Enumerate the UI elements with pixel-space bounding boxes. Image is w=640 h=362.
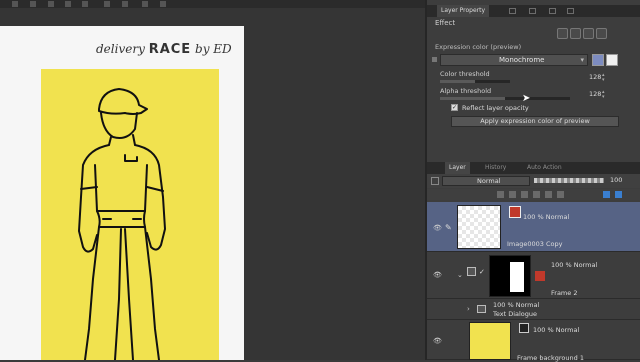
lock-transparent-icon[interactable] [533,191,540,198]
color-threshold-slider[interactable] [440,80,510,83]
layer-thumbnail [489,255,531,297]
alpha-threshold-label: Alpha threshold [440,87,492,95]
top-toolbar-strip [0,0,425,8]
layer-effect-icon[interactable] [509,206,521,218]
layer-mode: 100 % Normal [533,326,580,334]
expand-icon[interactable]: ⌄ [457,271,463,279]
border-effect-icon[interactable] [557,28,568,39]
watercolor-effect-icon[interactable] [596,28,607,39]
layer-tabbar: Layer History Auto Action [427,162,640,174]
layer-thumbnail [457,205,501,249]
reflect-opacity-checkbox[interactable]: ✓ [451,104,458,111]
tab-auto-action[interactable]: Auto Action [523,162,566,174]
color-threshold-spinner[interactable]: ▴ ▾ [602,73,605,83]
alpha-threshold-fill [440,97,505,100]
mouse-cursor-icon: ➤ [522,93,531,104]
eye-icon[interactable]: 👁 [433,224,442,232]
canvas-area[interactable]: delivery RACE by ED [0,0,425,360]
reference-icon[interactable] [509,191,516,198]
tool-icon[interactable] [104,1,110,7]
layer-name: Image0003 Copy [507,240,563,248]
opacity-value[interactable]: 100 [610,176,622,184]
folder-icon [477,305,486,313]
tool-icon[interactable] [160,1,166,7]
lock-icon[interactable] [521,191,528,198]
ruler-icon[interactable] [557,191,564,198]
layer-color-icon[interactable] [615,191,622,198]
artwork-title-part: by ED [195,42,232,56]
color-threshold-label: Color threshold [440,70,490,78]
apply-expression-color-button[interactable]: Apply expression color of preview [451,116,619,127]
color-threshold-value[interactable]: 128 [589,73,601,81]
color-effect-icon[interactable] [583,28,594,39]
chevron-down-icon: ▾ [580,56,584,64]
artwork-title: delivery RACE by ED [96,42,232,57]
blend-mode-value: Normal [477,177,501,185]
tool-icon[interactable] [30,1,36,7]
artwork-title-part: delivery [96,42,145,56]
tab-icon[interactable] [529,8,536,14]
layer-color-icon[interactable] [603,191,610,198]
tool-icon[interactable] [122,1,128,7]
effect-label: Effect [435,19,456,27]
mask-icon[interactable] [545,191,552,198]
clip-icon[interactable] [497,191,504,198]
alpha-threshold-spinner[interactable]: ▴ ▾ [602,90,605,100]
eye-icon[interactable]: 👁 [433,337,442,345]
tool-icon[interactable] [12,1,18,7]
layer-mode: 100 % Normal [493,301,540,309]
collapse-icon[interactable] [432,57,437,62]
alpha-threshold-value[interactable]: 128 [589,90,601,98]
sub-color-swatch[interactable] [606,54,618,66]
expression-color-select[interactable]: Monochrome ▾ [440,54,588,66]
layer-name: Frame 2 [551,289,578,297]
opacity-slider[interactable] [534,178,604,183]
layer-row-frame-background[interactable]: 👁 100 % Normal Frame background 1 [427,321,640,362]
folder-icon [467,267,476,276]
layer-mode: 100 % Normal [551,261,598,269]
layer-name: Frame background 1 [517,354,584,362]
tab-icon[interactable] [549,8,556,14]
reflect-opacity-label: Reflect layer opacity [462,104,529,112]
thumbnail-frame [510,262,524,292]
tab-label: Layer Property [441,7,486,14]
artwork-title-part: RACE [148,42,192,57]
layer-toolbar: Normal 100 [427,174,640,188]
eye-icon[interactable]: 👁 [433,271,442,279]
layer-type-icon [519,323,529,333]
right-panel: Layer Property Effect Expression color (… [425,0,640,362]
tab-layer[interactable]: Layer [445,162,470,174]
property-tabbar: Layer Property [427,5,640,17]
expression-color-value: Monochrome [499,56,545,64]
tool-icon[interactable] [65,1,71,7]
layer-row-image-copy[interactable]: 👁 ✎ 100 % Normal Image0003 Copy [427,202,640,252]
main-color-swatch[interactable] [592,54,604,66]
layer-thumbnail [469,322,511,360]
tone-effect-icon[interactable] [570,28,581,39]
color-threshold-fill [440,80,475,83]
layer-clip-icon[interactable] [431,177,439,185]
mask-icon [535,271,545,281]
tab-icon[interactable] [567,8,574,14]
character-lineart [78,88,166,360]
blend-mode-select[interactable]: Normal [442,176,530,186]
expression-color-row: Monochrome ▾ [432,54,632,67]
pen-icon: ✎ [445,223,452,232]
tab-layer-property[interactable]: Layer Property [437,5,490,17]
tool-icon[interactable] [82,1,88,7]
tab-icon[interactable] [509,8,516,14]
layer-row-frame-2[interactable]: 👁 ⌄ ✓ 100 % Normal Frame 2 [427,253,640,299]
layer-mode: 100 % Normal [523,213,570,221]
layer-name: Text Dialogue [493,310,538,318]
alpha-threshold-slider[interactable] [440,97,570,100]
layer-row-text-dialogue[interactable]: › 100 % Normal Text Dialogue [427,300,640,320]
layer-tools-row [427,189,640,200]
check-icon: ✓ [479,268,485,276]
expand-icon[interactable]: › [467,305,470,313]
expression-color-label: Expression color (preview) [435,43,522,51]
tool-icon[interactable] [48,1,54,7]
tab-history[interactable]: History [481,162,510,174]
tool-icon[interactable] [142,1,148,7]
